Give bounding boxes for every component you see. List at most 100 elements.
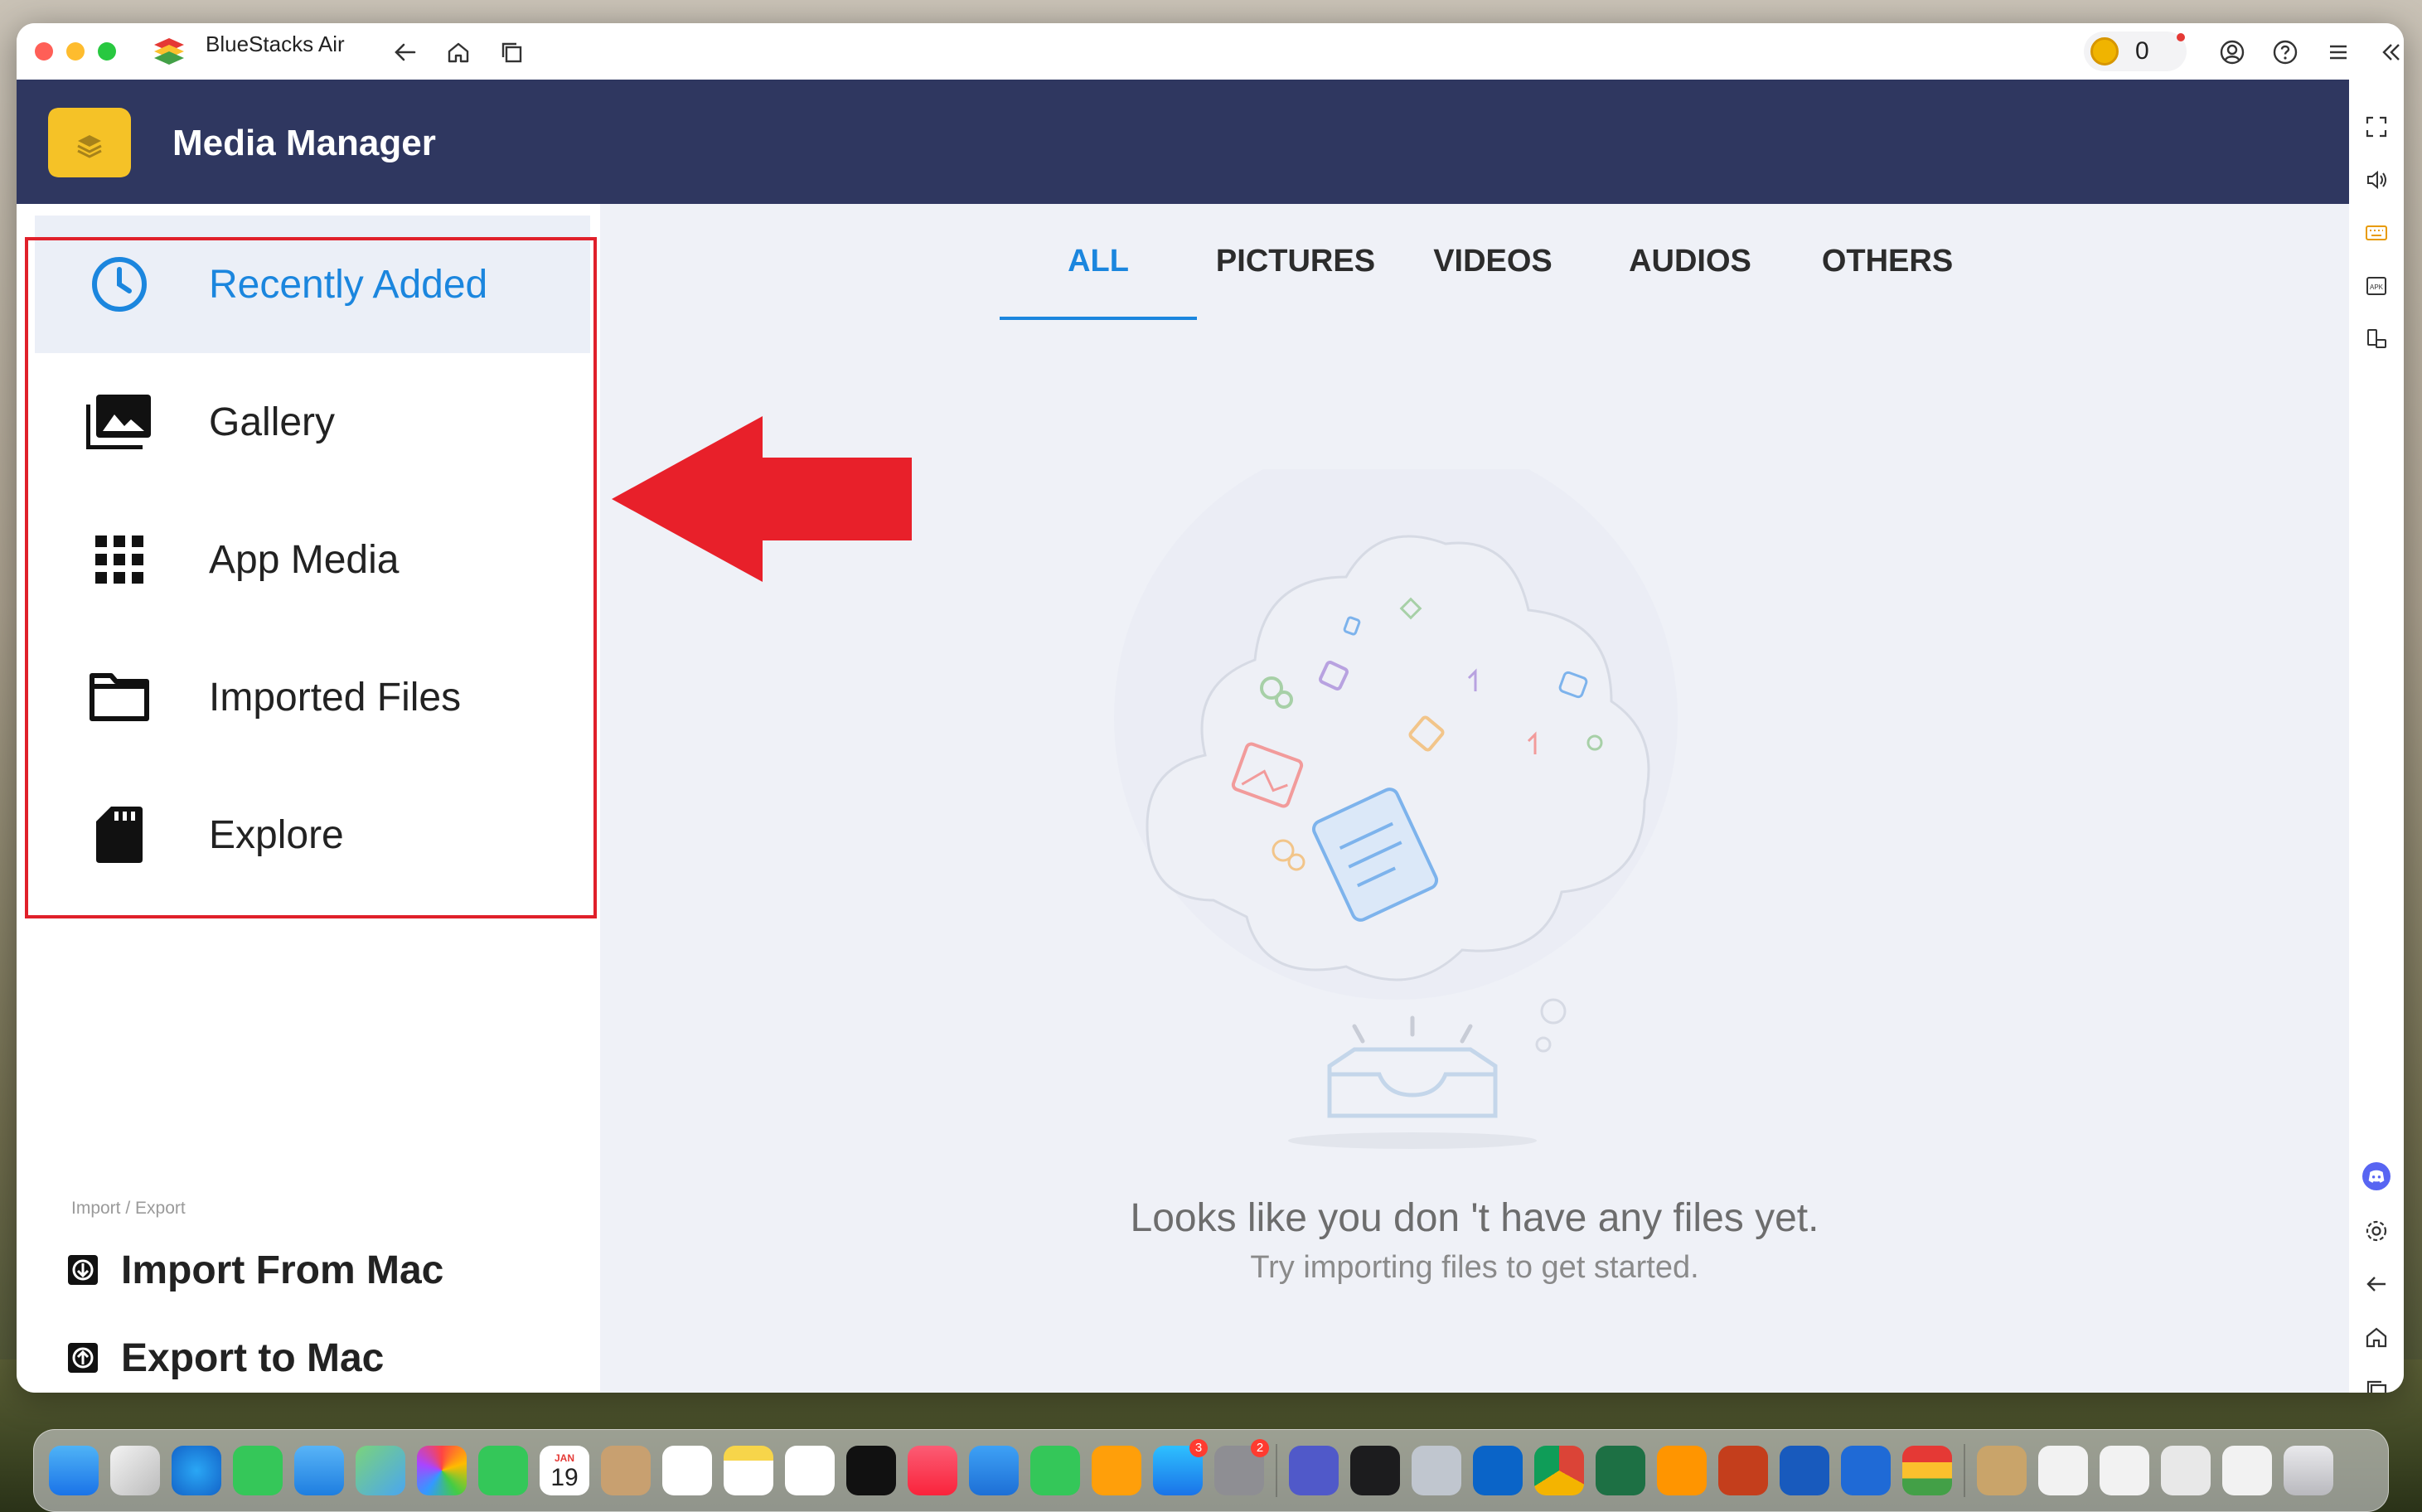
active-tab-indicator: [1000, 317, 1197, 320]
main-content: ALL PICTURES VIDEOS AUDIOS OTHERS Looks …: [600, 204, 2349, 1393]
freeform-icon[interactable]: [785, 1446, 835, 1495]
app-title: BlueStacks Air: [206, 32, 345, 56]
clock-icon: [85, 250, 154, 319]
coin-balance[interactable]: 0: [2084, 32, 2187, 71]
notes-icon[interactable]: [724, 1446, 773, 1495]
android-home-icon[interactable]: [2362, 1323, 2391, 1351]
export-to-mac-button[interactable]: Export to Mac: [66, 1333, 384, 1383]
volume-icon[interactable]: [2362, 166, 2391, 194]
calendar-icon[interactable]: JAN 19: [540, 1446, 589, 1495]
close-window-button[interactable]: [35, 42, 53, 61]
document-thumbnail-icon[interactable]: [2038, 1446, 2088, 1495]
sidebar-item-explore[interactable]: Explore: [35, 766, 590, 904]
facetime-icon[interactable]: [478, 1446, 528, 1495]
pages-icon[interactable]: [1092, 1446, 1141, 1495]
screenshot-thumbnail-icon[interactable]: [2161, 1446, 2211, 1495]
sidebar-item-recently-added[interactable]: Recently Added: [35, 216, 590, 353]
reminders-icon[interactable]: [662, 1446, 712, 1495]
archive-icon[interactable]: [1977, 1446, 2027, 1495]
multi-instance-icon[interactable]: [497, 38, 526, 66]
sd-card-icon: [85, 800, 154, 870]
sidebar-item-label: Explore: [209, 812, 344, 857]
sidebar-item-label: Gallery: [209, 400, 336, 444]
install-apk-icon[interactable]: APK: [2362, 272, 2391, 300]
sidebar-item-imported-files[interactable]: Imported Files: [35, 628, 590, 766]
folder-icon: [85, 662, 154, 732]
fullscreen-icon[interactable]: [2362, 113, 2391, 141]
system-settings-icon[interactable]: 2: [1214, 1439, 1269, 1495]
help-icon[interactable]: [2271, 38, 2299, 66]
import-from-mac-button[interactable]: Import From Mac: [66, 1245, 443, 1295]
document-thumbnail-icon[interactable]: [2100, 1446, 2149, 1495]
apple-tv-icon[interactable]: [846, 1446, 896, 1495]
svg-text:APK: APK: [2370, 284, 2384, 291]
home-icon[interactable]: [444, 38, 472, 66]
coin-count: 0: [2135, 37, 2149, 65]
account-icon[interactable]: [2218, 38, 2246, 66]
keynote-icon[interactable]: [969, 1446, 1019, 1495]
maps-icon[interactable]: [356, 1446, 405, 1495]
tab-pictures[interactable]: PICTURES: [1197, 244, 1394, 279]
outlook-icon[interactable]: [1473, 1446, 1523, 1495]
trash-icon[interactable]: [2284, 1446, 2333, 1495]
keyboard-controls-icon[interactable]: [2362, 219, 2391, 247]
safari-icon[interactable]: [172, 1446, 221, 1495]
title-bar: BlueStacks Air 0: [17, 23, 2404, 80]
excel-icon[interactable]: [1596, 1446, 1645, 1495]
calendar-month: JAN: [554, 1452, 574, 1464]
android-back-icon[interactable]: [2362, 1270, 2391, 1298]
teams-icon[interactable]: [1289, 1446, 1339, 1495]
recent-apps-icon[interactable]: [2362, 1376, 2391, 1393]
books-icon[interactable]: [1657, 1446, 1707, 1495]
collapse-sidebar-icon[interactable]: [2377, 38, 2404, 66]
sidebar-item-app-media[interactable]: App Media: [35, 491, 590, 628]
powerpoint-icon[interactable]: [1718, 1446, 1768, 1495]
tab-audios[interactable]: AUDIOS: [1591, 244, 1789, 279]
vpn-client-icon[interactable]: [1841, 1446, 1891, 1495]
numbers-icon[interactable]: [1030, 1446, 1080, 1495]
tab-all[interactable]: ALL: [1000, 244, 1197, 279]
page-title: Media Manager: [172, 123, 436, 163]
terminal-icon[interactable]: [1350, 1446, 1400, 1495]
import-export-caption: Import / Export: [71, 1199, 186, 1218]
discord-icon[interactable]: [2362, 1162, 2391, 1190]
word-icon[interactable]: [1780, 1446, 1829, 1495]
document-thumbnail-icon[interactable]: [2222, 1446, 2272, 1495]
annotation-arrow: [612, 416, 912, 582]
minimize-window-button[interactable]: [66, 42, 85, 61]
sidebar-item-label: Imported Files: [209, 675, 462, 720]
contacts-icon[interactable]: [601, 1446, 651, 1495]
app-store-icon[interactable]: 3: [1153, 1439, 1208, 1495]
export-label: Export to Mac: [121, 1335, 385, 1380]
chrome-icon[interactable]: [1534, 1446, 1584, 1495]
back-arrow-icon[interactable]: [391, 38, 419, 66]
tab-videos[interactable]: VIDEOS: [1394, 244, 1591, 279]
dock: JAN 19 3 2: [33, 1429, 2389, 1512]
settings-badge: 2: [1251, 1439, 1269, 1457]
rotate-screen-icon[interactable]: [2362, 325, 2391, 353]
grid-icon: [85, 525, 154, 594]
bluestacks-dock-icon[interactable]: [1902, 1446, 1952, 1495]
messages-icon[interactable]: [233, 1446, 283, 1495]
sidebar-item-gallery[interactable]: Gallery: [35, 353, 590, 491]
media-manager-logo-icon: [48, 108, 131, 177]
tab-others[interactable]: OTHERS: [1789, 244, 1986, 279]
bluestacks-logo-icon: [154, 38, 184, 65]
launchpad-icon[interactable]: [110, 1446, 160, 1495]
preview-icon[interactable]: [1412, 1446, 1461, 1495]
sidebar-item-label: Recently Added: [209, 262, 488, 307]
settings-gear-icon[interactable]: [2362, 1217, 2391, 1245]
menu-icon[interactable]: [2324, 38, 2352, 66]
sidebar: Recently Added Gallery App Media Importe…: [17, 204, 600, 1393]
music-icon[interactable]: [908, 1446, 957, 1495]
photos-icon[interactable]: [417, 1446, 467, 1495]
notification-dot: [2177, 33, 2185, 41]
app-header: Media Manager: [17, 80, 2349, 204]
finder-icon[interactable]: [49, 1446, 99, 1495]
export-icon: [66, 1341, 99, 1374]
zoom-window-button[interactable]: [98, 42, 116, 61]
import-label: Import From Mac: [121, 1248, 444, 1292]
bluestacks-window: BlueStacks Air 0 Media Manager APK Recen…: [17, 23, 2404, 1393]
dock-separator: [1276, 1444, 1277, 1497]
mail-icon[interactable]: [294, 1446, 344, 1495]
